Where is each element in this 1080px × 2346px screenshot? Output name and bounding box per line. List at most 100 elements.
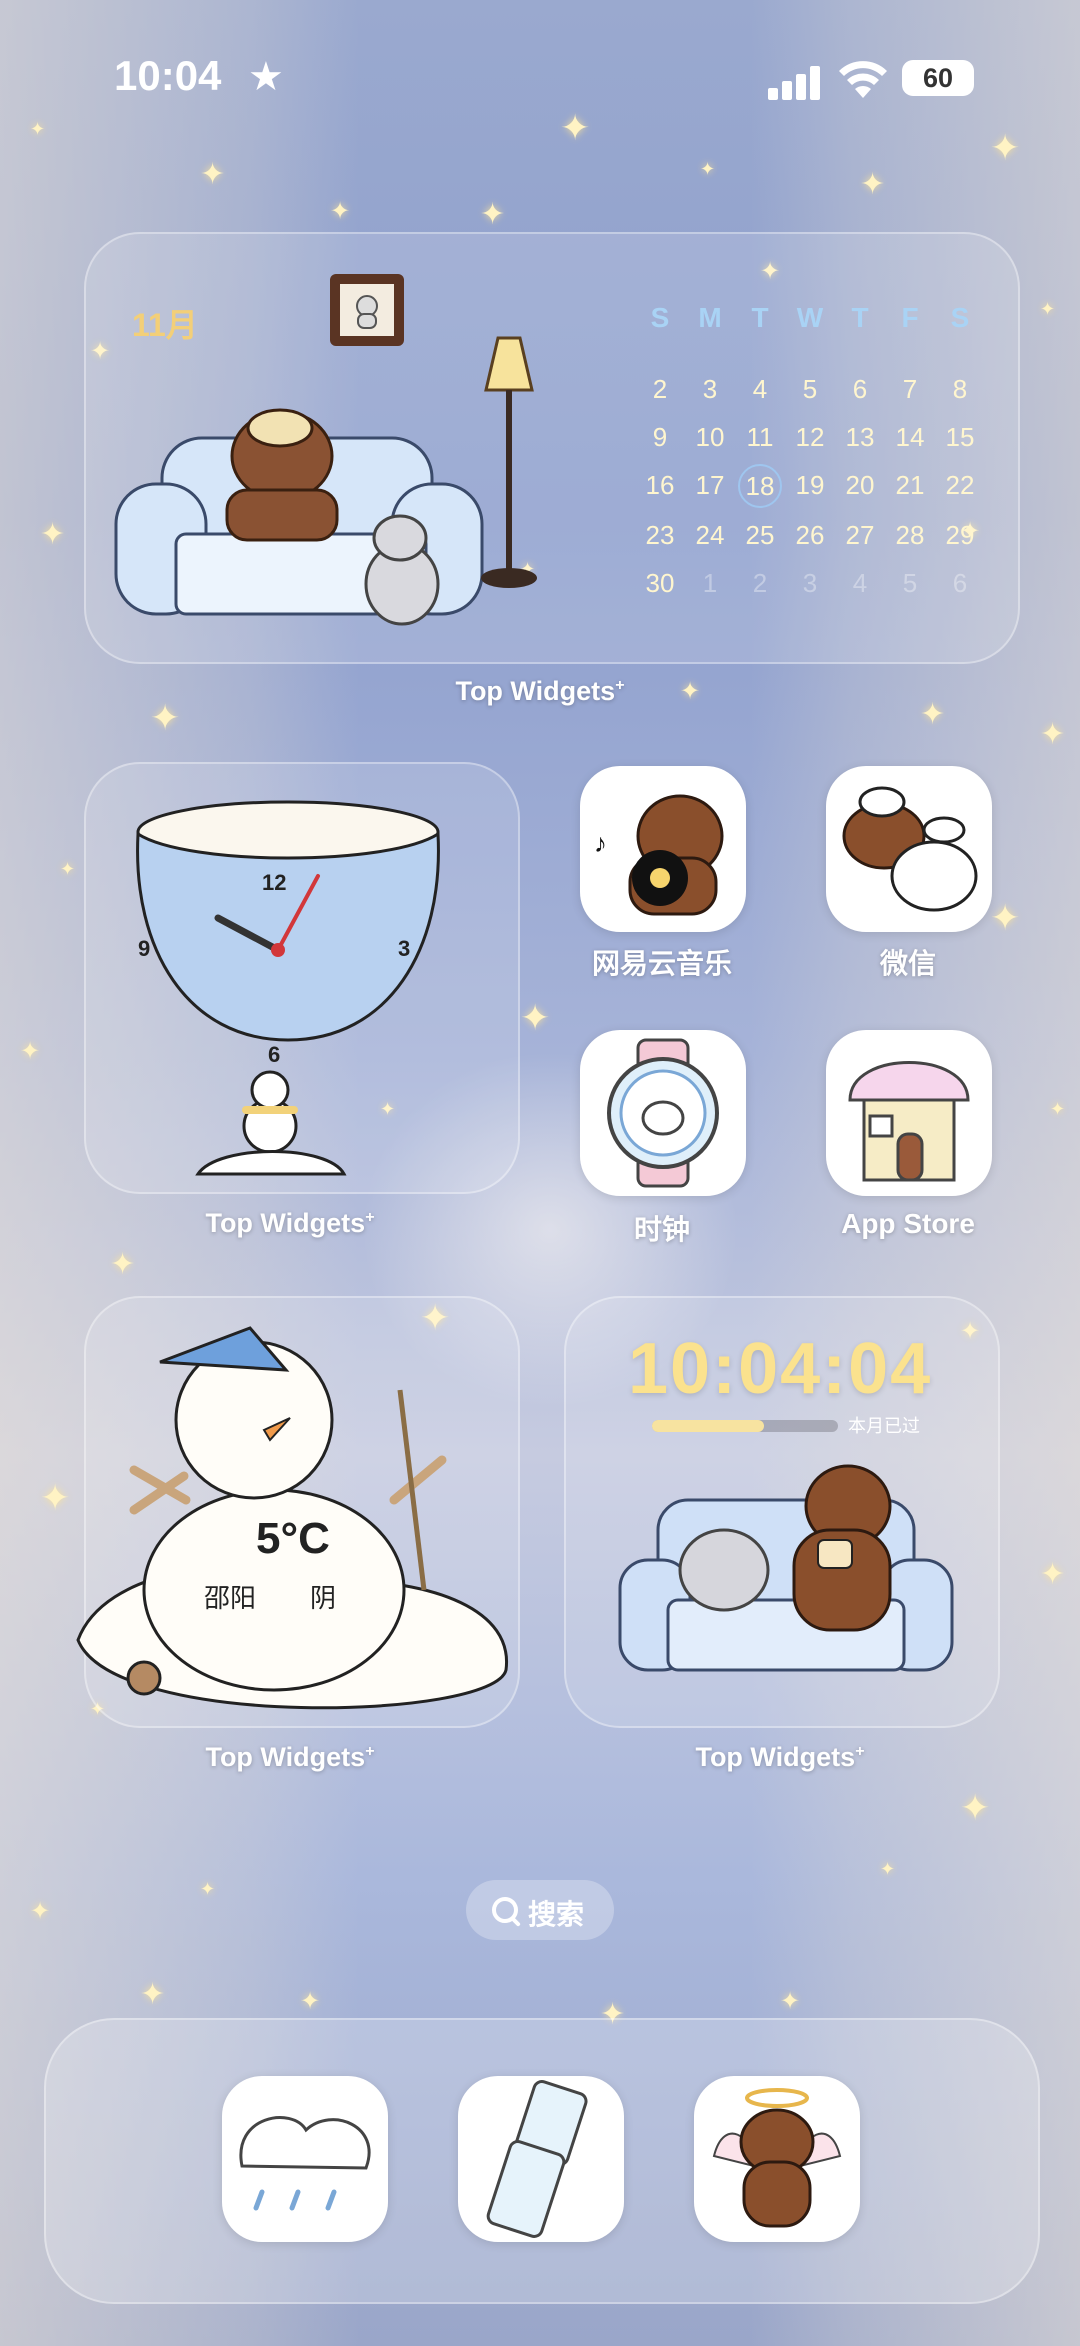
app-netease-music[interactable]: ♪: [580, 766, 746, 932]
dock-app-weather-cloud[interactable]: [222, 2076, 388, 2242]
calendar-day: 19: [795, 470, 825, 500]
calendar-day: 15: [945, 422, 975, 452]
clock-numeral-12: 12: [262, 870, 287, 895]
sparkle-decoration: ✦: [520, 997, 551, 1038]
month-progress-bar: [652, 1420, 838, 1432]
dock-app-flip-phone[interactable]: [458, 2076, 624, 2242]
status-bar: 10:04 ★ 60: [0, 52, 1080, 112]
clock-numeral-9: 9: [138, 936, 151, 961]
calendar-day: 27: [845, 520, 875, 550]
app-label-wechat: 微信: [879, 948, 936, 979]
calendar-day: 14: [895, 422, 925, 452]
digital-clock-time: 10:04:04: [628, 1329, 933, 1409]
calendar-weekday-5: F: [901, 302, 919, 333]
sparkle-decoration: ✦: [330, 198, 351, 225]
sparkle-decoration: ✦: [990, 897, 1021, 938]
calendar-day: 25: [745, 520, 775, 550]
sparkle-decoration: ✦: [1050, 1099, 1066, 1119]
calendar-weekday-0: S: [650, 302, 670, 333]
cellular-signal-icon: [768, 66, 822, 100]
clock-numeral-6: 6: [268, 1042, 281, 1067]
calendar-day: 6: [952, 568, 968, 598]
calendar-day: 22: [945, 470, 975, 500]
weather-temperature: 5°C: [256, 1514, 330, 1563]
puppy-record-icon: ♪: [594, 794, 724, 916]
svg-text:♪: ♪: [594, 828, 607, 858]
month-progress-label: 本月已过: [848, 1416, 920, 1436]
sparkle-decoration: ✦: [1040, 718, 1066, 751]
wifi-icon: [839, 61, 887, 98]
app-label-app-store: App Store: [841, 1208, 975, 1239]
calendar-month: 11月: [132, 307, 198, 343]
sparkle-decoration: ✦: [700, 159, 716, 179]
sparkle-decoration: ✦: [960, 1787, 991, 1828]
sparkle-decoration: ✦: [30, 119, 46, 139]
calendar-day: 11: [746, 422, 774, 452]
spotlight-search-button[interactable]: 搜索: [466, 1880, 614, 1940]
calendar-weekday-2: T: [751, 302, 769, 333]
calendar-weekday-1: M: [698, 302, 722, 333]
month-progress-fill: [652, 1420, 764, 1432]
digital-clock-widget-caption: Top Widgets+: [695, 1742, 865, 1772]
angel-puppy-icon: [712, 2088, 842, 2228]
sparkle-decoration: ✦: [40, 518, 66, 551]
app-label-netease-music: 网易云音乐: [591, 948, 732, 979]
calendar-day: 2: [652, 374, 668, 404]
sparkle-decoration: ✦: [880, 1859, 896, 1879]
sparkle-decoration: ✦: [780, 1988, 801, 2015]
calendar-day: 29: [945, 520, 975, 550]
analog-clock-illustration: [136, 800, 440, 1176]
calendar-day: 1: [702, 568, 718, 598]
cat-watch-icon: [607, 1038, 719, 1188]
app-wechat[interactable]: [826, 766, 992, 932]
calendar-weekday-4: T: [851, 302, 869, 333]
framed-picture-illustration: [330, 274, 404, 346]
calendar-weekday-6: S: [950, 302, 970, 333]
app-clock[interactable]: [580, 1030, 746, 1196]
calendar-day: 16: [645, 470, 675, 500]
sparkle-decoration: ✦: [150, 697, 181, 738]
weather-city: 邵阳: [204, 1583, 257, 1613]
calendar-day: 7: [902, 374, 918, 404]
sparkle-decoration: ✦: [990, 127, 1021, 168]
calendar-day: 13: [845, 422, 875, 452]
sparkle-decoration: ✦: [40, 1477, 71, 1518]
calendar-day: 17: [695, 470, 725, 500]
app-label-clock: 时钟: [633, 1214, 690, 1245]
focus-star-icon: ★: [248, 55, 284, 99]
sparkle-decoration: ✦: [60, 859, 76, 879]
sparkle-decoration: ✦: [1040, 299, 1056, 319]
clock-widget-caption: Top Widgets+: [205, 1208, 375, 1238]
calendar-day: 24: [695, 520, 725, 550]
calendar-day: 6: [852, 374, 868, 404]
sparkle-decoration: ✦: [1040, 1558, 1066, 1591]
calendar-day: 18: [738, 464, 782, 508]
puppy-cat-chef-icon: [842, 786, 978, 912]
battery-level: 60: [922, 63, 954, 93]
calendar-day: 30: [645, 568, 675, 598]
weather-widget-caption: Top Widgets+: [205, 1742, 375, 1772]
calendar-day: 3: [802, 568, 818, 598]
flip-phone-icon: [486, 2080, 588, 2238]
calendar-day: 9: [652, 422, 668, 452]
sparkle-decoration: ✦: [200, 1879, 216, 1899]
dock-app-angel-puppy[interactable]: [694, 2076, 860, 2242]
mushroom-house-icon: [848, 1061, 970, 1182]
clock-numeral-3: 3: [398, 936, 411, 961]
calendar-weekday-3: W: [796, 302, 824, 333]
calendar-day: 4: [752, 374, 768, 404]
status-time: 10:04: [114, 52, 222, 99]
floor-lamp-illustration: [481, 336, 537, 588]
calendar-day: 21: [895, 470, 925, 500]
sofa-puppy-bunny-illustration: [618, 1464, 954, 1672]
sparkle-decoration: ✦: [200, 158, 226, 191]
calendar-day: 20: [845, 470, 875, 500]
calendar-day: 28: [895, 520, 925, 550]
search-icon: [492, 1897, 518, 1923]
calendar-day: 8: [952, 374, 968, 404]
calendar-day: 5: [902, 568, 918, 598]
sparkle-decoration: ✦: [920, 698, 946, 731]
app-app-store[interactable]: [826, 1030, 992, 1196]
calendar-day: 10: [695, 422, 725, 452]
sofa-puppy-illustration: [114, 408, 484, 626]
